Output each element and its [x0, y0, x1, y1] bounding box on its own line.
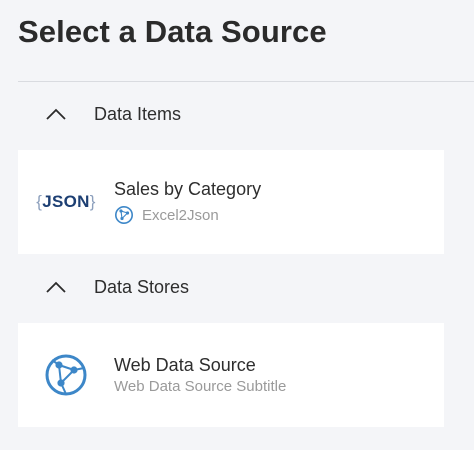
select-data-source-page: Select a Data Source Data Items {JSON} S…: [0, 0, 474, 450]
data-item-sales-by-category[interactable]: {JSON} Sales by Category Excel2Json: [18, 150, 444, 254]
data-item-subtitle: Excel2Json: [142, 206, 219, 224]
data-store-title: Web Data Source: [114, 355, 256, 375]
web-data-source-icon: [18, 323, 114, 427]
title-divider: [18, 81, 474, 82]
data-item-text: Sales by Category Excel2Json: [114, 179, 261, 225]
json-icon: {JSON}: [18, 150, 114, 254]
page-title: Select a Data Source: [18, 14, 327, 49]
data-store-text: Web Data Source Web Data Source Subtitle: [114, 355, 286, 395]
data-item-title: Sales by Category: [114, 179, 262, 199]
data-store-subtitle: Web Data Source Subtitle: [114, 378, 287, 395]
data-stores-label: Data Stores: [94, 276, 190, 297]
globe-network-icon: [114, 205, 134, 225]
data-items-section-header[interactable]: Data Items: [18, 97, 444, 131]
data-item-subtitle-row: Excel2Json: [114, 205, 261, 225]
data-stores-section-header[interactable]: Data Stores: [18, 270, 444, 304]
data-items-label: Data Items: [94, 103, 182, 124]
chevron-up-icon[interactable]: [44, 102, 68, 126]
json-icon-text: JSON: [42, 192, 90, 211]
json-icon-close-brace: }: [89, 192, 96, 211]
data-store-web-data-source[interactable]: Web Data Source Web Data Source Subtitle: [18, 323, 444, 427]
chevron-up-icon[interactable]: [44, 275, 68, 299]
